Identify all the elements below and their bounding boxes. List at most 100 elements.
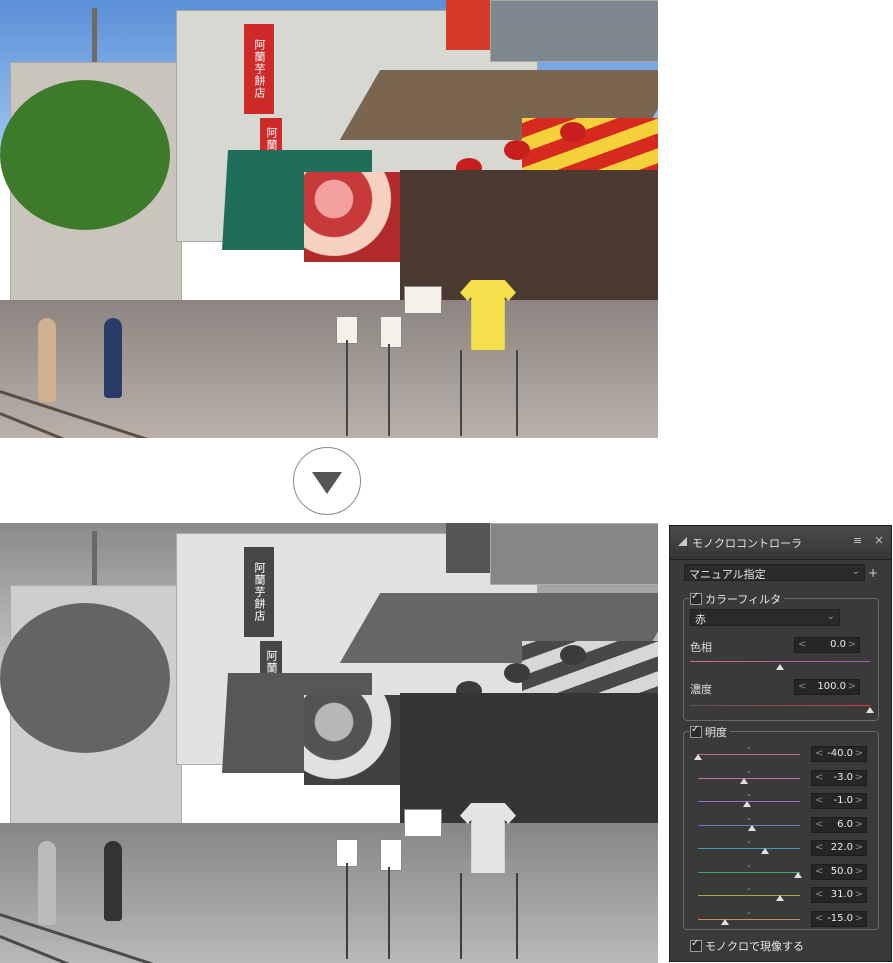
filter-color-dropdown[interactable]: 赤 ⌄: [690, 609, 840, 626]
density-spinner[interactable]: < 100.0 >: [794, 679, 860, 695]
decrement-icon[interactable]: <: [815, 913, 823, 924]
density-value: 100.0: [817, 681, 846, 692]
stand: [516, 873, 518, 959]
center-tick-icon: ⌄: [746, 743, 752, 751]
filter-color-value: 赤: [695, 613, 706, 626]
display-card: [380, 316, 402, 348]
center-tick-icon: ⌄: [746, 837, 752, 845]
street-scene: 阿蘭芋餅店 阿蘭芋餅: [0, 0, 658, 438]
lantern: [560, 645, 586, 665]
brightness-slider-thumb[interactable]: [794, 872, 802, 878]
lantern: [560, 122, 586, 142]
center-tick-icon: ⌄: [746, 861, 752, 869]
brightness-slider-track[interactable]: [698, 848, 800, 849]
shop-sign: 阿蘭芋餅店: [244, 547, 274, 637]
hue-slider-track[interactable]: [690, 661, 870, 662]
brightness-value: 22.0: [830, 842, 853, 853]
brightness-spinner[interactable]: <31.0 >: [811, 887, 867, 903]
stand: [516, 350, 518, 436]
brightness-slider-thumb[interactable]: [743, 801, 751, 807]
checkmark-icon: ✓: [691, 591, 700, 602]
brightness-spinner[interactable]: < -1.0 >: [811, 793, 867, 809]
brightness-label: 明度: [705, 726, 727, 739]
develop-mono-checkbox[interactable]: ✓: [690, 938, 702, 952]
brightness-spinner[interactable]: <22.0 >: [811, 840, 867, 856]
brightness-checkbox[interactable]: ✓: [690, 724, 702, 738]
brightness-slider-thumb[interactable]: [748, 825, 756, 831]
hue-slider-thumb[interactable]: [776, 664, 784, 670]
increment-icon[interactable]: >: [855, 842, 863, 853]
rooftop-sign: [446, 0, 490, 50]
lantern: [504, 140, 530, 160]
brightness-spinner[interactable]: < -40.0 >: [811, 746, 867, 762]
tree: [0, 603, 170, 753]
panel-menu-icon[interactable]: ≡: [853, 534, 862, 547]
brightness-value: 6.0: [837, 819, 853, 830]
color-filter-checkbox[interactable]: ✓: [690, 591, 702, 605]
brightness-slider-track[interactable]: [698, 895, 800, 896]
checkmark-icon: ✓: [691, 724, 700, 735]
brightness-slider-track[interactable]: [698, 919, 800, 920]
decrement-icon[interactable]: <: [815, 795, 823, 806]
decrement-icon[interactable]: <: [815, 866, 823, 877]
hue-spinner[interactable]: < 0.0 >: [794, 637, 860, 653]
lantern: [504, 663, 530, 683]
tree: [0, 80, 170, 230]
increment-icon[interactable]: >: [855, 772, 863, 783]
brightness-slider-thumb[interactable]: [761, 848, 769, 854]
brightness-slider-thumb[interactable]: [740, 778, 748, 784]
fabric-banner: [304, 172, 404, 262]
street-scene-mono: 阿蘭芋餅店 阿蘭芋餅: [0, 523, 658, 963]
increment-icon[interactable]: >: [848, 681, 856, 692]
brightness-value: 50.0: [830, 866, 853, 877]
add-preset-icon[interactable]: +: [868, 566, 878, 580]
increment-icon[interactable]: >: [855, 819, 863, 830]
brightness-slider-track[interactable]: [698, 778, 800, 779]
brightness-slider-thumb[interactable]: [776, 895, 784, 901]
decrement-icon[interactable]: <: [815, 772, 823, 783]
mode-dropdown[interactable]: マニュアル指定 ⌄: [684, 564, 865, 581]
person: [38, 318, 56, 402]
increment-icon[interactable]: >: [848, 639, 856, 650]
stand: [460, 350, 462, 436]
develop-mono-row[interactable]: ✓ モノクロで現像する: [690, 938, 804, 954]
decrement-icon[interactable]: <: [815, 889, 823, 900]
person: [104, 841, 122, 921]
fabric-banner: [304, 695, 404, 785]
brightness-slider-thumb[interactable]: [694, 754, 702, 760]
stand: [346, 863, 348, 959]
display-card: [404, 286, 442, 314]
decrement-icon[interactable]: <: [815, 842, 823, 853]
panel-title: モノクロコントローラ: [692, 537, 802, 550]
increment-icon[interactable]: >: [855, 795, 863, 806]
brightness-spinner[interactable]: <6.0 >: [811, 817, 867, 833]
decrement-icon[interactable]: <: [815, 819, 823, 830]
brightness-slider-track[interactable]: [698, 872, 800, 873]
increment-icon[interactable]: >: [855, 913, 863, 924]
brightness-value: -3.0: [833, 772, 853, 783]
density-label: 濃度: [690, 683, 712, 696]
panel-grip-icon[interactable]: [678, 537, 687, 546]
decrement-icon[interactable]: <: [798, 639, 806, 650]
decrement-icon[interactable]: <: [815, 748, 823, 759]
stand: [460, 873, 462, 959]
brightness-value: 31.0: [830, 889, 853, 900]
brightness-spinner[interactable]: < -15.0 >: [811, 911, 867, 927]
brightness-slider-thumb[interactable]: [721, 919, 729, 925]
brightness-spinner[interactable]: <50.0 >: [811, 864, 867, 880]
brightness-slider-track[interactable]: [698, 754, 800, 755]
center-tick-icon: ⌄: [746, 767, 752, 775]
brightness-value: -1.0: [833, 795, 853, 806]
increment-icon[interactable]: >: [855, 866, 863, 877]
panel-header: モノクロコントローラ ≡ ×: [670, 526, 891, 560]
brightness-spinner[interactable]: < -3.0 >: [811, 770, 867, 786]
brightness-header: ✓ 明度: [689, 724, 730, 740]
hue-label: 色相: [690, 641, 712, 654]
density-slider-track[interactable]: [690, 705, 870, 706]
increment-icon[interactable]: >: [855, 889, 863, 900]
striped-awning: [522, 118, 658, 178]
density-slider-thumb[interactable]: [866, 707, 874, 713]
decrement-icon[interactable]: <: [798, 681, 806, 692]
close-icon[interactable]: ×: [874, 533, 884, 547]
increment-icon[interactable]: >: [855, 748, 863, 759]
